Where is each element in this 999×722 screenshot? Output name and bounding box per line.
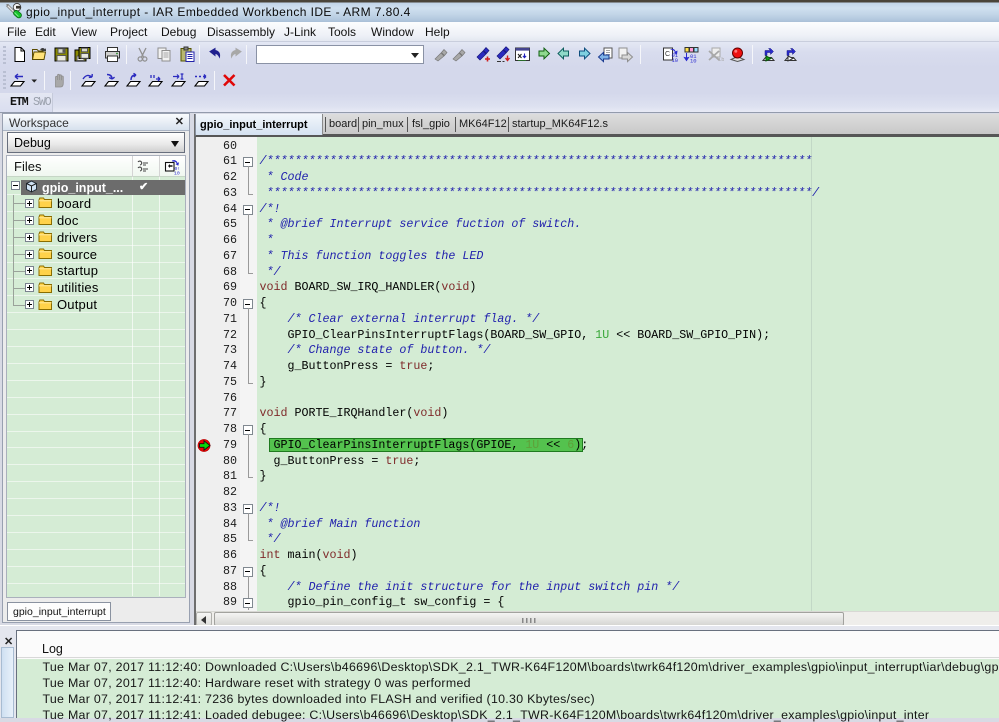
svg-text:10: 10 xyxy=(174,171,180,176)
svg-text:C: C xyxy=(665,51,670,58)
svg-text:ib: ib xyxy=(718,56,724,63)
svg-text:10: 10 xyxy=(672,57,679,63)
svg-text:10: 10 xyxy=(690,58,697,64)
